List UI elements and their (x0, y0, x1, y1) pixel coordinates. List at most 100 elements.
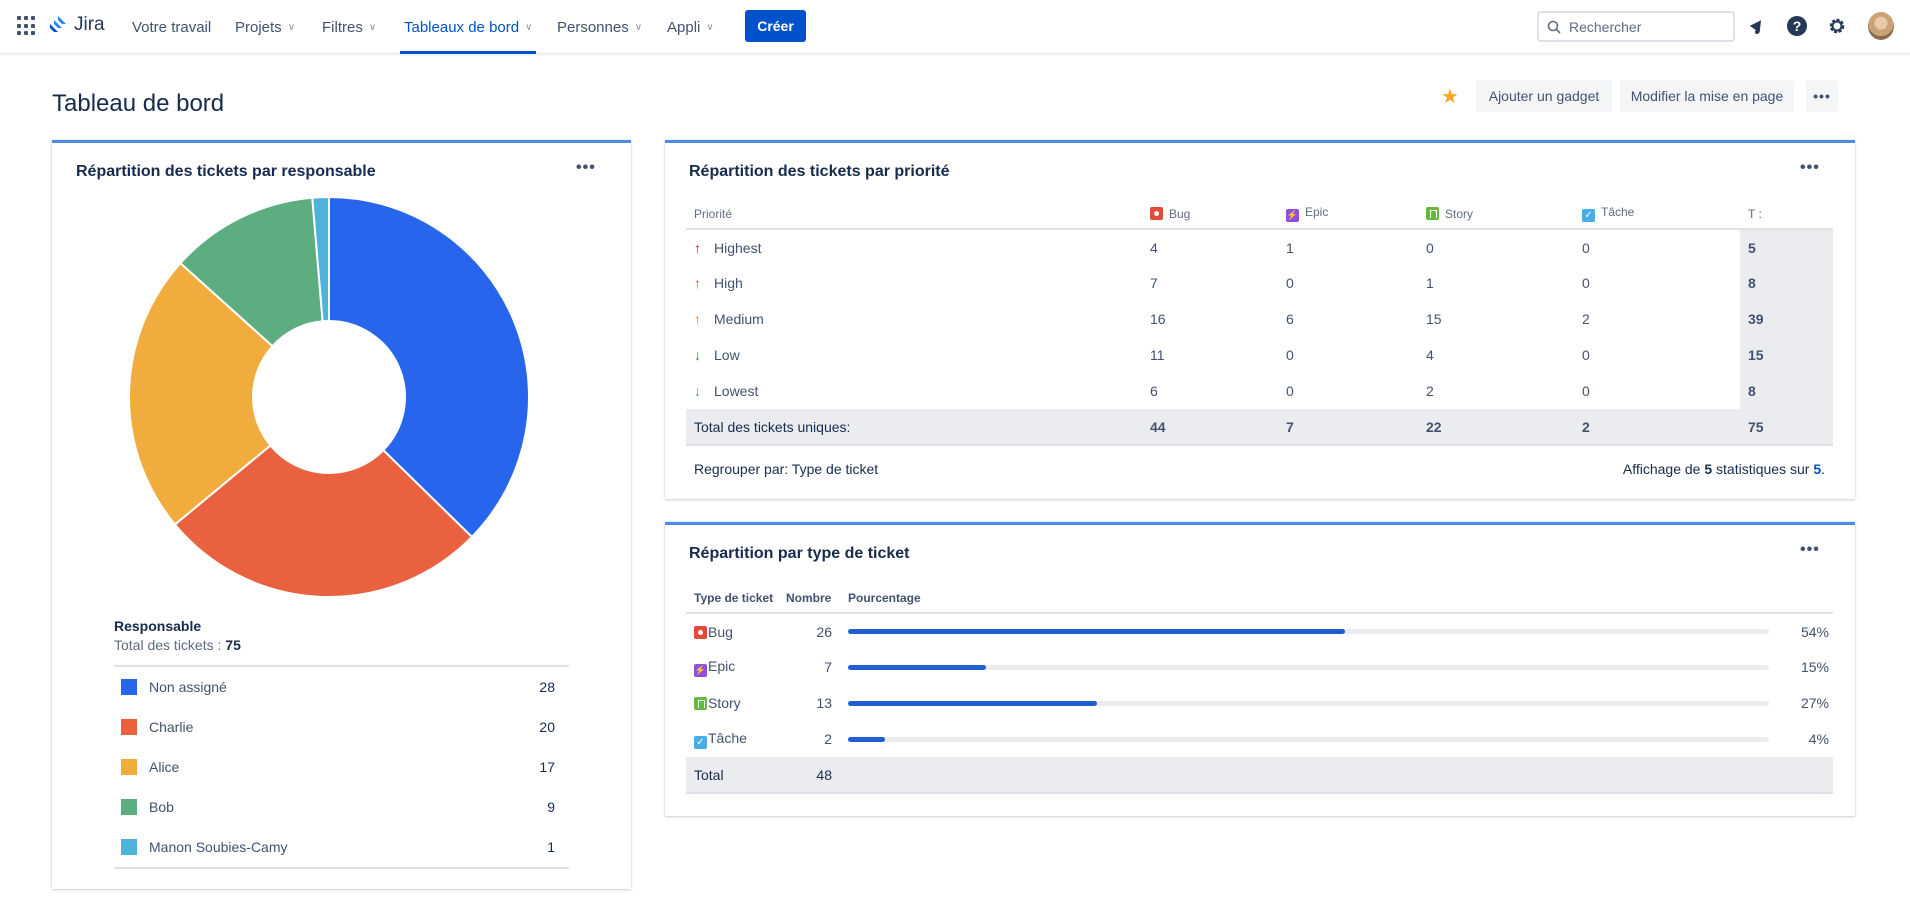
count-cell[interactable]: 2 (1574, 301, 1740, 337)
col-bug[interactable]: Bug (1142, 199, 1278, 230)
count-cell[interactable]: 0 (1574, 229, 1740, 265)
priority-cell[interactable]: ↑ High (686, 265, 1142, 301)
percent-bar-cell (840, 649, 1773, 685)
app-switcher-icon[interactable] (17, 16, 37, 36)
settings-icon[interactable] (1826, 15, 1848, 37)
percent-bar-fill (848, 629, 1346, 634)
nav-appli[interactable]: Appli ∨ (667, 0, 714, 54)
type-count[interactable]: 7 (778, 649, 840, 685)
total-cell[interactable]: 7 (1278, 409, 1418, 446)
count-cell[interactable]: 6 (1278, 301, 1418, 337)
legend-heading: Responsable (114, 618, 202, 634)
priority-cell[interactable]: ↓ Lowest (686, 373, 1142, 409)
row-total-cell[interactable]: 15 (1740, 337, 1833, 373)
percent-bar-fill (848, 736, 885, 742)
count-cell[interactable]: 0 (1278, 337, 1418, 373)
star-icon[interactable]: ★ (1441, 84, 1459, 109)
legend-item[interactable]: Non assigné 28 (114, 667, 569, 707)
count-cell[interactable]: 1 (1278, 229, 1418, 265)
col-epic[interactable]: ⚡ Epic (1278, 199, 1418, 230)
gadget-more-icon[interactable]: ••• (1800, 541, 1820, 559)
type-count[interactable]: 2 (778, 721, 840, 757)
notification-icon[interactable] (1746, 15, 1768, 37)
table-row: ↑ High 7 0 1 0 8 (686, 265, 1833, 301)
percent-value: 4% (1808, 731, 1829, 747)
nav-filtres[interactable]: Filtres ∨ (322, 0, 376, 54)
help-icon[interactable]: ? (1786, 15, 1808, 37)
grand-total-cell[interactable]: 75 (1740, 409, 1833, 446)
type-cell[interactable]: Bug (686, 613, 778, 649)
count-cell[interactable]: 4 (1142, 229, 1278, 265)
type-table: Type de ticket Nombre Pourcentage Bug 26 5… (686, 583, 1833, 794)
search-box[interactable] (1537, 11, 1735, 42)
priority-cell[interactable]: ↓ Low (686, 337, 1142, 373)
legend-item[interactable]: Bob 9 (114, 787, 569, 827)
row-total-cell[interactable]: 5 (1740, 229, 1833, 265)
jira-logo[interactable]: Jira (48, 14, 105, 36)
legend-item[interactable]: Alice 17 (114, 747, 569, 787)
nav-tableaux-de-bord[interactable]: Tableaux de bord ∨ (400, 0, 537, 54)
legend-item[interactable]: Manon Soubies-Camy 1 (114, 827, 569, 867)
count-cell[interactable]: 0 (1278, 373, 1418, 409)
type-count[interactable]: 13 (778, 685, 840, 721)
count-cell[interactable]: 16 (1142, 301, 1278, 337)
count-cell[interactable]: 11 (1142, 337, 1278, 373)
type-cell[interactable]: ✓ Tâche (686, 721, 778, 757)
type-cell[interactable]: Story (686, 685, 778, 721)
percent-bar-cell (840, 613, 1773, 649)
story-icon (694, 697, 707, 710)
gadget-more-icon[interactable]: ••• (576, 159, 596, 177)
count-cell[interactable]: 0 (1574, 373, 1740, 409)
bug-icon (1150, 206, 1163, 220)
legend-item[interactable]: Charlie 20 (114, 707, 569, 747)
row-total-cell[interactable]: 8 (1740, 265, 1833, 301)
type-label: Tâche (708, 729, 747, 746)
table-row: ↑ Medium 16 6 15 2 39 (686, 301, 1833, 337)
percent-bar-track (848, 700, 1769, 706)
count-cell[interactable]: 4 (1418, 337, 1574, 373)
stats-prefix: Affichage de (1622, 461, 1705, 477)
create-button[interactable]: Créer (745, 10, 806, 42)
search-input[interactable] (1569, 18, 1729, 35)
col-story[interactable]: Story (1418, 199, 1574, 230)
count-cell[interactable]: 0 (1574, 337, 1740, 373)
col-task[interactable]: ✓ Tâche (1574, 199, 1740, 230)
count-cell[interactable]: 6 (1142, 373, 1278, 409)
total-cell[interactable]: 44 (1142, 409, 1278, 446)
type-cell[interactable]: ⚡ Epic (686, 649, 778, 685)
nav-votre-travail[interactable]: Votre travail (132, 0, 211, 54)
table-row: Story 13 27% (686, 685, 1833, 721)
count-cell[interactable]: 0 (1574, 265, 1740, 301)
gadget-more-icon[interactable]: ••• (1800, 159, 1820, 177)
edit-layout-button[interactable]: Modifier la mise en page (1620, 80, 1794, 112)
row-total-cell[interactable]: 39 (1740, 301, 1833, 337)
chevron-down-icon: ∨ (368, 21, 377, 33)
col-type: Type de ticket (686, 583, 778, 614)
chevron-down-icon: ∨ (287, 21, 296, 33)
table-row: ↓ Lowest 6 0 2 0 8 (686, 373, 1833, 409)
total-cell[interactable]: 2 (1574, 409, 1740, 446)
stats-middle: statistiques sur (1712, 461, 1814, 477)
priority-cell[interactable]: ↑ Highest (686, 229, 1142, 265)
nav-label: Votre travail (132, 18, 212, 36)
legend-label: Alice (149, 759, 180, 775)
priority-cell[interactable]: ↑ Medium (686, 301, 1142, 337)
table-row: ⚡ Epic 7 15% (686, 649, 1833, 685)
count-cell[interactable]: 2 (1418, 373, 1574, 409)
count-cell[interactable]: 0 (1418, 229, 1574, 265)
total-cell[interactable]: 22 (1418, 409, 1574, 446)
count-cell[interactable]: 7 (1142, 265, 1278, 301)
count-cell[interactable]: 1 (1418, 265, 1574, 301)
more-icon[interactable]: ••• (1806, 80, 1838, 112)
nav-projets[interactable]: Projets ∨ (235, 0, 295, 54)
row-total-cell[interactable]: 8 (1740, 373, 1833, 409)
col-count: Nombre (778, 583, 840, 614)
type-count[interactable]: 26 (778, 613, 840, 649)
avatar[interactable] (1868, 12, 1894, 40)
count-cell[interactable]: 0 (1278, 265, 1418, 301)
count-cell[interactable]: 15 (1418, 301, 1574, 337)
add-gadget-button[interactable]: Ajouter un gadget (1476, 80, 1612, 112)
total-label: Total (686, 757, 778, 794)
nav-personnes[interactable]: Personnes ∨ (557, 0, 642, 54)
stats-total-link[interactable]: 5 (1813, 461, 1821, 477)
